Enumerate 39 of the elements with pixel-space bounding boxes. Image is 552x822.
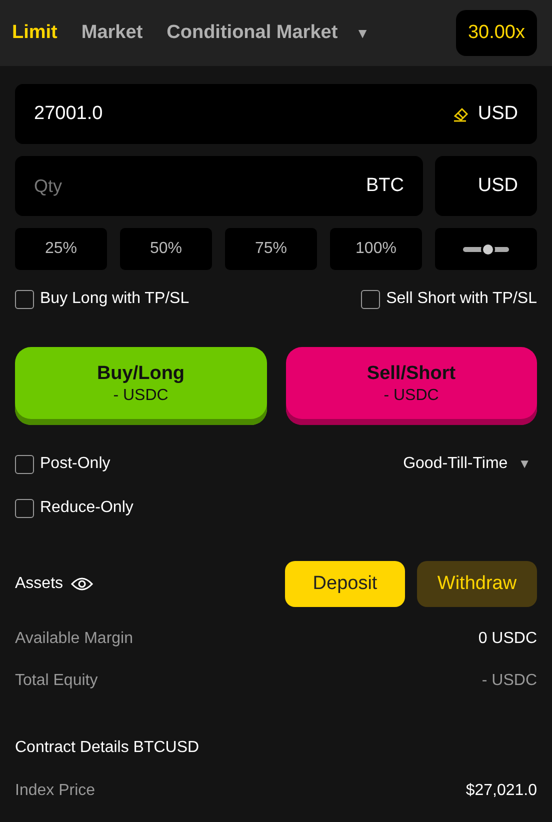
deposit-button[interactable]: Deposit	[285, 561, 405, 607]
unit-label: USD	[478, 103, 518, 125]
time-in-force-dropdown[interactable]: Good-Till-Time ▼	[403, 455, 537, 473]
row-value: 0 USDC	[478, 630, 537, 648]
percent-button[interactable]: 100%	[330, 228, 422, 270]
row-label: Available Margin	[15, 630, 133, 648]
row-label: Total Equity	[15, 672, 98, 690]
dropdown-arrow[interactable]: ▼	[356, 25, 370, 41]
checkbox-label: Sell Short with TP/SL	[386, 290, 537, 308]
unit-label: BTC	[366, 175, 404, 197]
checkbox[interactable]	[15, 498, 34, 518]
checkbox-label: Post-Only	[40, 455, 110, 473]
row-label: Index Price	[15, 782, 96, 800]
checkbox-label: Buy Long with TP/SL	[40, 290, 190, 308]
percent-button[interactable]: 50%	[120, 228, 212, 270]
checkbox[interactable]	[15, 454, 34, 474]
row-value: - USDC	[482, 672, 537, 690]
checkbox-label: Reduce-Only	[40, 499, 134, 517]
slider-icon	[461, 242, 511, 256]
percent-button[interactable]: 25%	[15, 228, 107, 270]
eraser-icon[interactable]	[452, 105, 470, 123]
order-type-tab[interactable]: Limit	[12, 22, 58, 44]
assets-title: Assets	[15, 575, 64, 593]
unit-button[interactable]: USD	[435, 156, 537, 216]
price-field[interactable]: 27001.0 USD	[15, 84, 537, 144]
row-value: $27,021.0	[466, 782, 537, 800]
slider-toggle-button[interactable]	[435, 228, 537, 270]
order-type-tab[interactable]: Conditional Market	[166, 22, 338, 44]
contract-title: Contract Details BTCUSD	[15, 739, 200, 758]
eye-icon[interactable]	[71, 577, 94, 591]
price-value: 27001.0	[34, 103, 104, 125]
checkbox[interactable]	[15, 290, 34, 308]
order-button[interactable]: Sell/Short - USDC	[286, 347, 537, 425]
percent-button[interactable]: 75%	[225, 228, 317, 270]
order-button[interactable]: Buy/Long - USDC	[15, 347, 266, 425]
leverage-button[interactable]: 30.00x	[456, 10, 537, 56]
order-type-tab[interactable]: Market	[81, 22, 143, 44]
checkbox[interactable]	[361, 290, 380, 308]
withdraw-button[interactable]: Withdraw	[417, 561, 537, 607]
